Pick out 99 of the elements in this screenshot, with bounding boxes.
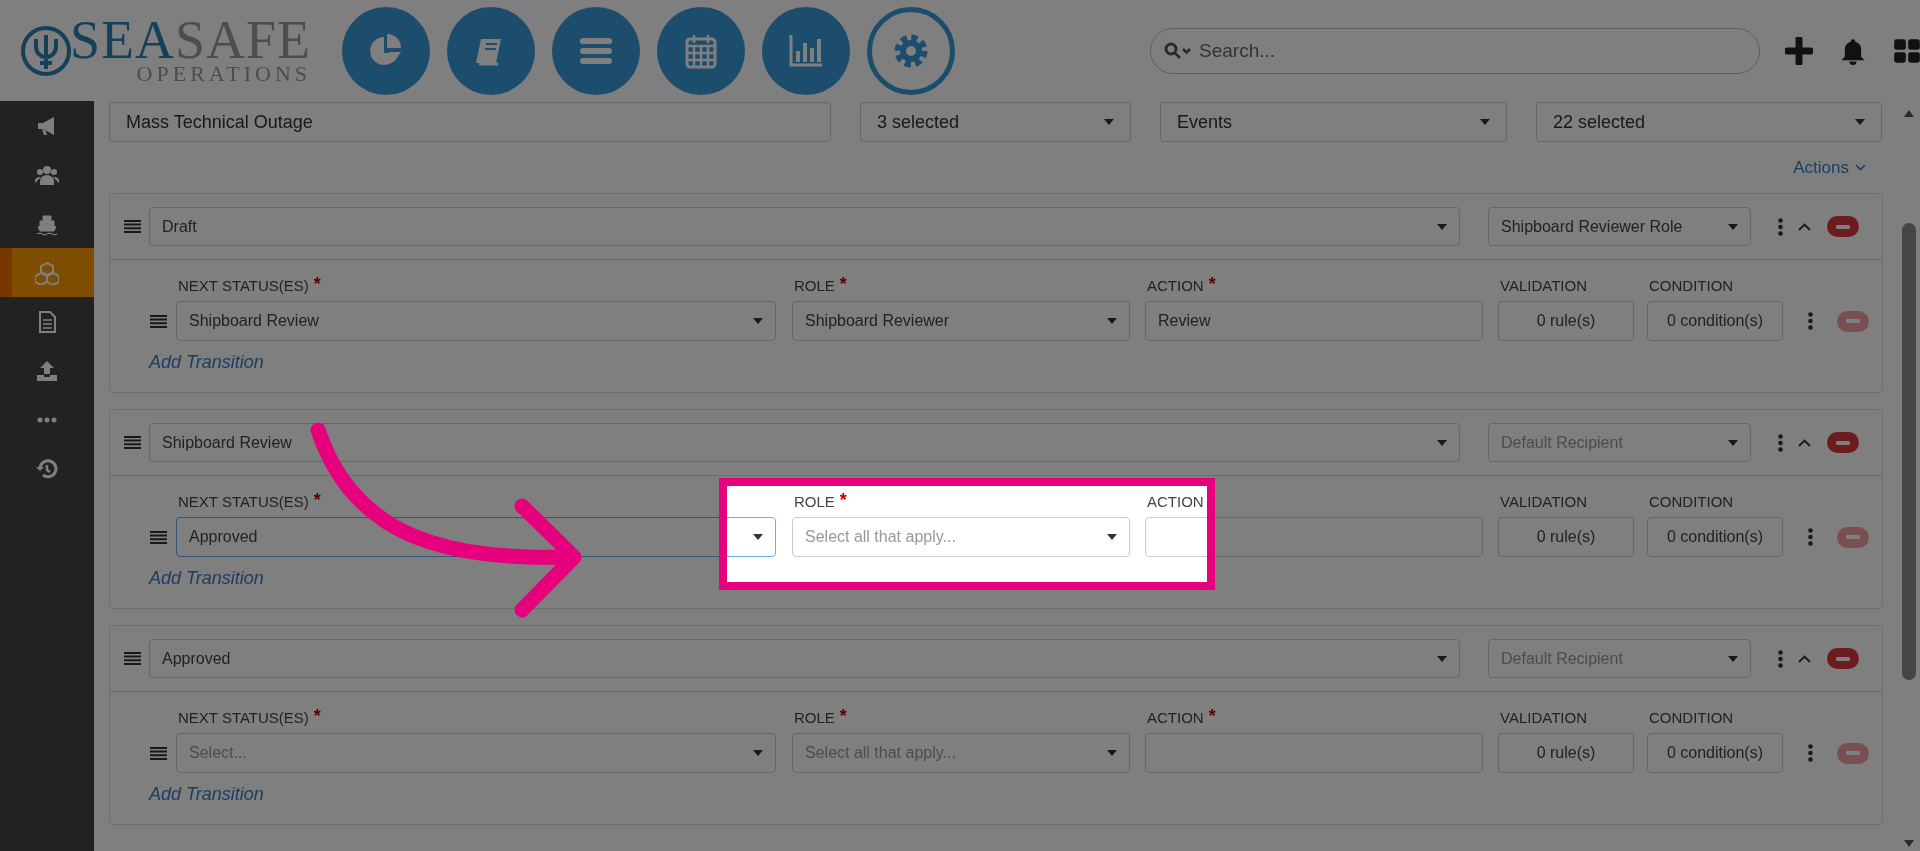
minus-icon (1846, 535, 1860, 539)
caret-icon (1855, 119, 1865, 125)
drag-handle-icon[interactable] (124, 220, 141, 233)
kebab-menu-icon[interactable] (1778, 433, 1783, 452)
chevron-down-icon (1855, 164, 1866, 171)
drag-handle-icon[interactable] (150, 530, 167, 544)
drag-handle-icon[interactable] (150, 746, 167, 760)
minus-icon (1836, 656, 1850, 661)
caret-icon (1107, 750, 1117, 756)
caret-icon (1437, 223, 1447, 230)
plus-icon[interactable] (1785, 36, 1814, 65)
condition-button[interactable]: 0 condition(s) (1647, 517, 1783, 557)
caret-icon (753, 750, 763, 756)
chevron-up-icon[interactable] (1798, 222, 1811, 231)
caret-icon (1107, 318, 1117, 324)
field-label: NEXT STATUS(ES) (178, 709, 309, 727)
field-label: ACTION (1147, 277, 1204, 295)
remove-status-button[interactable] (1827, 648, 1859, 669)
required-mark: * (1208, 277, 1216, 291)
required-mark: * (313, 709, 321, 723)
kebab-menu-icon[interactable] (1807, 528, 1813, 546)
status-select[interactable]: Draft (149, 207, 1460, 246)
chevron-up-icon[interactable] (1798, 438, 1811, 447)
drag-handle-icon[interactable] (150, 314, 167, 328)
field-label: CONDITION (1649, 277, 1734, 295)
condition-button[interactable]: 0 condition(s) (1647, 733, 1783, 773)
status-select[interactable]: Shipboard Review (149, 423, 1460, 462)
field-label: NEXT STATUS(ES) (178, 277, 309, 295)
actions-menu[interactable]: Actions (1793, 154, 1866, 181)
filter-select[interactable]: Events (1160, 102, 1507, 142)
title-input[interactable]: Mass Technical Outage (109, 102, 831, 142)
validation-button[interactable]: 0 rule(s) (1498, 733, 1634, 773)
kebab-menu-icon[interactable] (1807, 312, 1813, 330)
required-mark: * (313, 277, 321, 291)
field-label: ROLE (794, 277, 835, 295)
remove-status-button[interactable] (1827, 216, 1859, 237)
scrollbar-thumb[interactable] (1902, 223, 1916, 680)
caret-icon (1728, 439, 1738, 446)
required-mark: * (1208, 709, 1216, 723)
scroll-down-icon[interactable] (1904, 840, 1914, 847)
field-label: NEXT STATUS(ES) (178, 493, 309, 511)
field-label: ROLE (794, 709, 835, 727)
minus-icon (1836, 224, 1850, 229)
filter-select[interactable]: 22 selected (1536, 102, 1882, 142)
filter-select[interactable]: 3 selected (860, 102, 1131, 142)
action-input[interactable] (1145, 517, 1483, 557)
caret-icon (1437, 655, 1447, 662)
field-label: ACTION (1147, 493, 1204, 511)
caret-icon (1728, 223, 1738, 230)
kebab-menu-icon[interactable] (1778, 649, 1783, 668)
required-mark: * (839, 709, 847, 723)
caret-icon (753, 318, 763, 324)
kebab-menu-icon[interactable] (1807, 744, 1813, 762)
add-transition-link[interactable]: Add Transition (149, 781, 264, 808)
next-status-select[interactable]: Shipboard Review (176, 301, 776, 341)
status-select[interactable]: Approved (149, 639, 1460, 678)
field-label: ACTION (1147, 709, 1204, 727)
minus-icon (1836, 440, 1850, 445)
caret-icon (1437, 439, 1447, 446)
add-transition-link[interactable]: Add Transition (149, 565, 264, 592)
field-label: ROLE (794, 493, 835, 511)
action-input[interactable] (1145, 733, 1483, 773)
required-mark: * (313, 493, 321, 507)
recipient-select[interactable]: Shipboard Reviewer Role (1488, 207, 1751, 246)
history-icon (35, 456, 59, 481)
more-icon (37, 416, 57, 423)
drag-handle-icon[interactable] (124, 652, 141, 665)
kebab-menu-icon[interactable] (1778, 217, 1783, 236)
upload-icon (35, 358, 59, 383)
role-select[interactable]: Select all that apply... (792, 517, 1130, 557)
scroll-up-icon[interactable] (1904, 110, 1914, 117)
field-label: VALIDATION (1500, 493, 1587, 511)
required-mark: * (839, 493, 847, 507)
caret-icon (753, 534, 763, 540)
field-label: VALIDATION (1500, 277, 1587, 295)
caret-icon (1107, 534, 1117, 540)
minus-icon (1846, 319, 1860, 323)
field-label: CONDITION (1649, 493, 1734, 511)
validation-button[interactable]: 0 rule(s) (1498, 301, 1634, 341)
drag-handle-icon[interactable] (124, 436, 141, 449)
minus-icon (1846, 751, 1860, 755)
remove-status-button[interactable] (1827, 432, 1859, 453)
sidebar-item[interactable] (0, 248, 94, 297)
add-transition-link[interactable]: Add Transition (149, 349, 264, 376)
chevron-up-icon[interactable] (1798, 654, 1811, 663)
action-input[interactable]: Review (1145, 301, 1483, 341)
field-label: VALIDATION (1500, 709, 1587, 727)
grid-icon[interactable] (1893, 36, 1920, 65)
trident-logo-icon (20, 24, 72, 77)
role-select[interactable]: Shipboard Reviewer (792, 301, 1130, 341)
required-mark: * (839, 277, 847, 291)
caret-icon (1728, 655, 1738, 662)
validation-button[interactable]: 0 rule(s) (1498, 517, 1634, 557)
condition-button[interactable]: 0 condition(s) (1647, 301, 1783, 341)
search-field[interactable]: Search... (1150, 27, 1761, 74)
caret-icon (1480, 119, 1490, 125)
search-icon (1164, 41, 1193, 60)
caret-icon (1104, 119, 1114, 125)
field-label: CONDITION (1649, 709, 1734, 727)
